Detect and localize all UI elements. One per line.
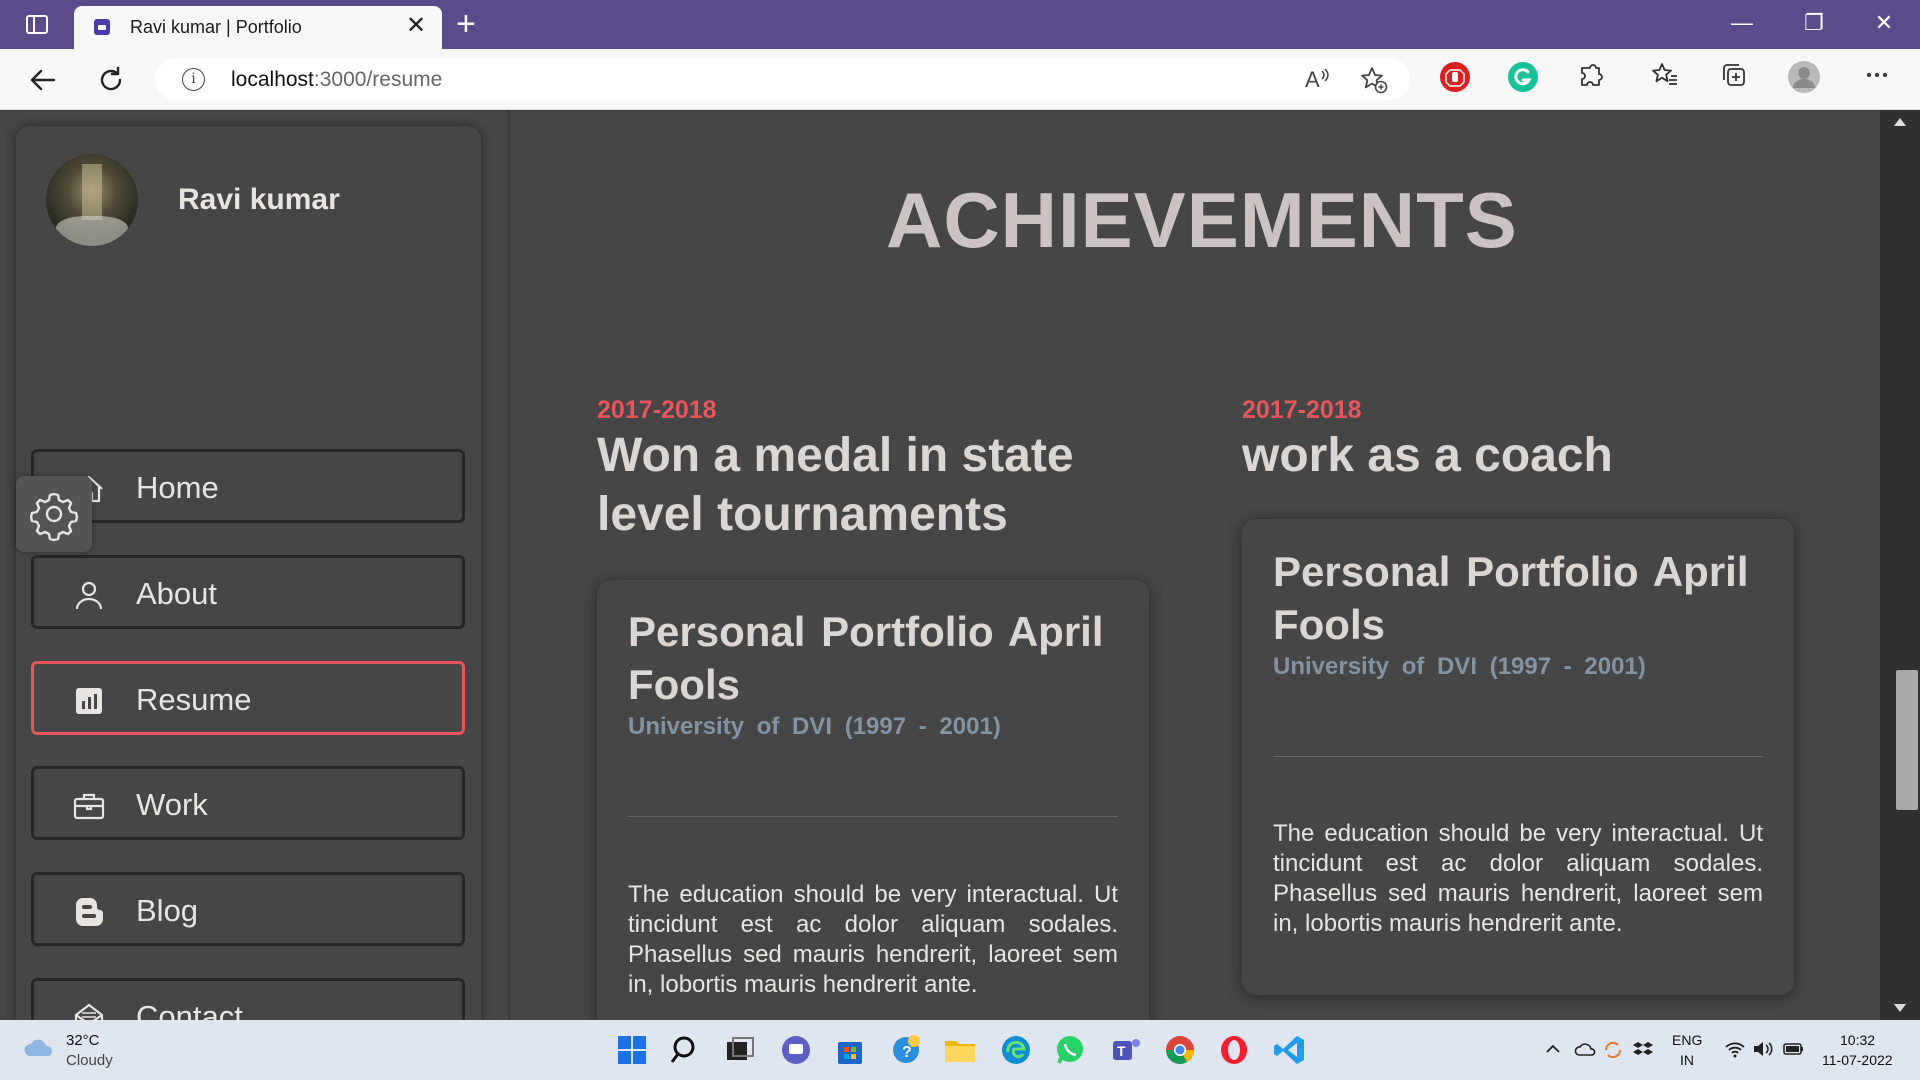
- user-icon: [75, 581, 103, 610]
- task-view-icon[interactable]: [722, 1032, 758, 1068]
- achievement-title: Won a medal in state level tournaments: [597, 429, 1074, 541]
- briefcase-icon: [73, 793, 105, 820]
- sidebar: Ravi kumar Home About Resume Work Blog C…: [16, 126, 481, 1020]
- whatsapp-icon[interactable]: [1052, 1032, 1088, 1068]
- url-text[interactable]: localhost:3000/resume: [231, 68, 442, 92]
- vscode-icon[interactable]: [1272, 1032, 1308, 1068]
- gear-icon: [29, 492, 79, 542]
- windows-taskbar: 32°C Cloudy ? T ENG IN 10:32 11-07-2022: [0, 1020, 1920, 1080]
- teams-chat-icon[interactable]: [778, 1032, 814, 1068]
- more-menu-icon[interactable]: [1860, 60, 1894, 94]
- refresh-button[interactable]: [94, 63, 128, 97]
- file-explorer-icon[interactable]: [942, 1032, 978, 1068]
- sidebar-item-label: Blog: [136, 893, 199, 928]
- teams-icon[interactable]: T: [1108, 1032, 1144, 1068]
- profile-name: Ravi kumar: [178, 183, 340, 216]
- new-tab-button[interactable]: +: [456, 4, 476, 44]
- restore-button[interactable]: ❐: [1794, 8, 1834, 38]
- clock-time[interactable]: 10:32: [1840, 1032, 1875, 1048]
- scroll-up-icon[interactable]: [1894, 118, 1906, 126]
- search-icon[interactable]: [668, 1032, 704, 1068]
- card-subtitle: University of DVI (1997 - 2001): [1273, 653, 1646, 680]
- show-hidden-icons[interactable]: [1544, 1040, 1562, 1063]
- blogger-icon: [76, 898, 103, 926]
- scroll-down-icon[interactable]: [1894, 1004, 1906, 1012]
- achievement-year: 2017-2018: [1242, 396, 1362, 424]
- sidebar-item-label: Contact: [136, 999, 243, 1020]
- address-bar[interactable]: i localhost:3000/resume A: [155, 58, 1410, 100]
- profile-avatar-icon[interactable]: [1787, 60, 1821, 94]
- page-title: ACHIEVEMENTS: [886, 176, 1518, 264]
- sidebar-item-label: About: [136, 576, 218, 611]
- bar-chart-icon: [76, 688, 102, 714]
- grammarly-extension-icon[interactable]: [1508, 62, 1538, 92]
- volume-icon[interactable]: [1752, 1040, 1774, 1063]
- card-subtitle: University of DVI (1997 - 2001): [628, 713, 1001, 740]
- extensions-icon[interactable]: [1574, 60, 1608, 94]
- battery-icon[interactable]: [1782, 1040, 1806, 1063]
- sidebar-item-label: Home: [136, 470, 219, 505]
- sidebar-item-blog[interactable]: Blog: [31, 872, 465, 946]
- cloud-icon[interactable]: [22, 1036, 56, 1060]
- sidebar-item-contact[interactable]: Contact: [31, 978, 465, 1020]
- profile-avatar: [46, 154, 138, 246]
- minimize-button[interactable]: —: [1722, 8, 1762, 38]
- achievement-year: 2017-2018: [597, 396, 717, 424]
- sidebar-divider: [508, 110, 510, 1020]
- favicon-icon: [94, 19, 110, 35]
- svg-text:?: ?: [902, 1044, 912, 1061]
- sidebar-item-work[interactable]: Work: [31, 766, 465, 840]
- read-aloud-icon[interactable]: A: [1303, 65, 1331, 100]
- mail-open-icon: [74, 1003, 104, 1020]
- site-info-icon[interactable]: i: [182, 68, 205, 91]
- dropbox-icon[interactable]: [1632, 1040, 1654, 1065]
- windows-start-icon[interactable]: [614, 1032, 650, 1068]
- card-body: The education should be very interactual…: [1273, 820, 1763, 937]
- browser-title-bar: Ravi kumar | Portfolio ✕ + — ❐ ✕: [0, 0, 1920, 49]
- achievement-card: Personal Portfolio April Fools Universit…: [597, 580, 1149, 1020]
- browser-toolbar: i localhost:3000/resume A: [0, 49, 1920, 110]
- tips-icon[interactable]: ?: [888, 1032, 924, 1068]
- settings-button[interactable]: [16, 476, 92, 552]
- scroll-thumb[interactable]: [1896, 670, 1918, 810]
- onedrive-icon[interactable]: [1574, 1040, 1596, 1063]
- svg-text:T: T: [1117, 1043, 1126, 1059]
- edge-browser-icon[interactable]: [998, 1032, 1034, 1068]
- achievement-title: work as a coach: [1242, 429, 1613, 482]
- favorites-icon[interactable]: [1648, 60, 1682, 94]
- page-scrollbar[interactable]: [1880, 110, 1920, 1020]
- sidebar-item-resume[interactable]: Resume: [31, 661, 465, 735]
- weather-condition[interactable]: Cloudy: [66, 1052, 113, 1069]
- region-indicator[interactable]: IN: [1680, 1052, 1694, 1068]
- achievement-card: Personal Portfolio April Fools Universit…: [1242, 519, 1794, 995]
- chrome-icon[interactable]: [1162, 1032, 1198, 1068]
- sidebar-item-about[interactable]: About: [31, 555, 465, 629]
- card-body: The education should be very interactual…: [628, 881, 1118, 998]
- back-button[interactable]: [26, 63, 60, 97]
- sidebar-item-label: Work: [136, 787, 208, 822]
- svg-text:A: A: [1305, 67, 1320, 92]
- card-title: Personal Portfolio April Fools: [628, 608, 1104, 708]
- sync-icon[interactable]: [1602, 1040, 1624, 1065]
- card-divider: [628, 816, 1118, 817]
- close-window-button[interactable]: ✕: [1864, 8, 1904, 38]
- portfolio-page: Ravi kumar Home About Resume Work Blog C…: [0, 110, 1880, 1020]
- tab-actions-icon[interactable]: [20, 12, 54, 38]
- microsoft-store-icon[interactable]: [832, 1032, 868, 1068]
- language-indicator[interactable]: ENG: [1672, 1032, 1702, 1048]
- sidebar-item-home[interactable]: Home: [31, 449, 465, 523]
- wifi-icon[interactable]: [1724, 1040, 1746, 1063]
- sidebar-item-label: Resume: [136, 682, 252, 717]
- clock-date[interactable]: 11-07-2022: [1822, 1052, 1893, 1068]
- card-title: Personal Portfolio April Fools: [1273, 548, 1749, 648]
- card-divider: [1273, 756, 1763, 757]
- collections-icon[interactable]: [1717, 60, 1751, 94]
- adblock-extension-icon[interactable]: [1440, 62, 1470, 92]
- opera-icon[interactable]: [1216, 1032, 1252, 1068]
- weather-temperature[interactable]: 32°C: [66, 1032, 100, 1049]
- browser-tab[interactable]: Ravi kumar | Portfolio ✕: [74, 6, 442, 49]
- add-favorite-icon[interactable]: [1359, 65, 1389, 102]
- tab-close-icon[interactable]: ✕: [406, 12, 426, 40]
- tab-title: Ravi kumar | Portfolio: [130, 17, 302, 37]
